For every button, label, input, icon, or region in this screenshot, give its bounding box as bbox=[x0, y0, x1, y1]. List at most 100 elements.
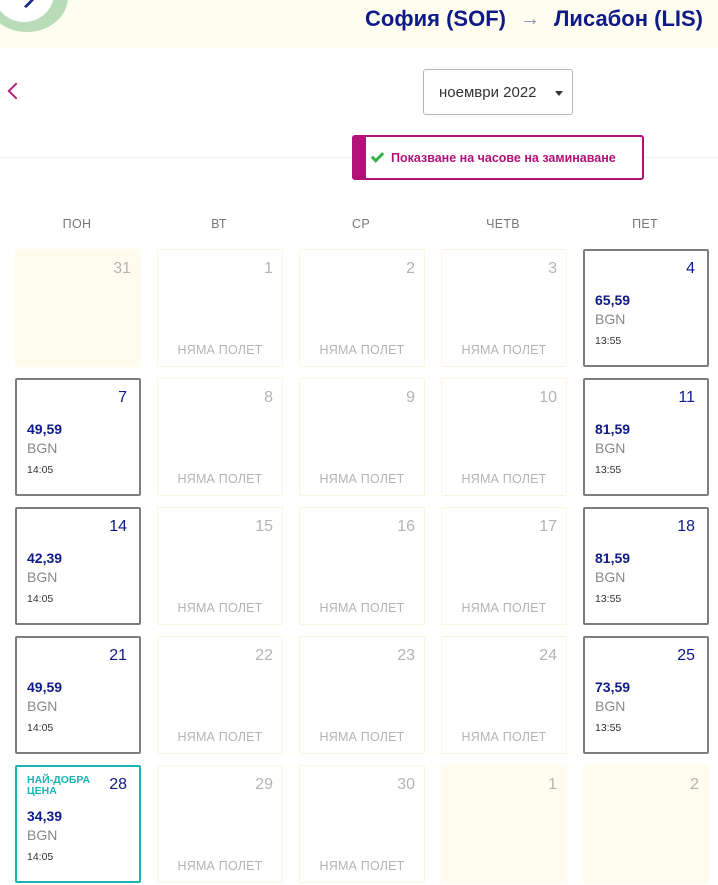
day-number: 1 bbox=[548, 776, 557, 793]
day-number: 2 bbox=[406, 260, 415, 277]
departure-time: 14:05 bbox=[27, 722, 54, 734]
fare-currency: BGN bbox=[595, 569, 626, 585]
fare-currency: BGN bbox=[27, 827, 58, 843]
departure-time: 13:55 bbox=[595, 335, 622, 347]
calendar-day-cell[interactable]: 21 49,59 BGN 14:05 bbox=[15, 636, 141, 754]
no-flight-label: НЯМА ПОЛЕТ bbox=[319, 472, 405, 486]
fare-price: 49,59 bbox=[27, 679, 63, 695]
day-number: 4 bbox=[686, 260, 695, 277]
no-flight-label: НЯМА ПОЛЕТ bbox=[319, 859, 405, 873]
day-number: 25 bbox=[677, 647, 695, 664]
no-flight-label: НЯМА ПОЛЕТ bbox=[319, 730, 405, 744]
top-bar: София (SOF) → Лисабон (LIS) bbox=[0, 0, 718, 48]
fare-price: 42,39 bbox=[27, 550, 63, 566]
fare-currency: BGN bbox=[595, 698, 626, 714]
weekday-fri: ПЕТ bbox=[632, 217, 658, 231]
day-number: 30 bbox=[397, 776, 415, 793]
calendar-day-cell[interactable]: 11 81,59 BGN 13:55 bbox=[583, 378, 709, 496]
fare-price: 49,59 bbox=[27, 421, 63, 437]
destination-airport: Лисабон (LIS) bbox=[553, 6, 703, 31]
day-number: 1 bbox=[264, 260, 273, 277]
departure-time: 14:05 bbox=[27, 464, 54, 476]
calendar-day-cell[interactable]: 18 81,59 BGN 13:55 bbox=[583, 507, 709, 625]
day-number: 2 bbox=[690, 776, 699, 793]
day-number: 31 bbox=[113, 260, 131, 277]
day-number: 18 bbox=[677, 518, 695, 535]
day-number: 24 bbox=[539, 647, 557, 664]
calendar-day-cell: 1 bbox=[441, 765, 567, 883]
route-title: София (SOF) → Лисабон (LIS) bbox=[365, 6, 703, 32]
no-flight-label: НЯМА ПОЛЕТ bbox=[319, 343, 405, 357]
calendar-day-cell: 15 НЯМА ПОЛЕТ bbox=[157, 507, 283, 625]
departure-time: 13:55 bbox=[595, 593, 622, 605]
day-number: 7 bbox=[118, 389, 127, 406]
calendar-day-cell: 22 НЯМА ПОЛЕТ bbox=[157, 636, 283, 754]
calendar-day-cell: 1 НЯМА ПОЛЕТ bbox=[157, 249, 283, 367]
weekday-tue: ВТ bbox=[211, 217, 227, 231]
day-number: 21 bbox=[109, 647, 127, 664]
calendar-day-cell[interactable]: 4 65,59 BGN 13:55 bbox=[583, 249, 709, 367]
check-icon bbox=[370, 149, 385, 163]
departure-time: 14:05 bbox=[27, 593, 54, 605]
calendar-day-cell: 17 НЯМА ПОЛЕТ bbox=[441, 507, 567, 625]
day-number: 10 bbox=[539, 389, 557, 406]
calendar-day-cell: 16 НЯМА ПОЛЕТ bbox=[299, 507, 425, 625]
day-number: 22 bbox=[255, 647, 273, 664]
day-number: 15 bbox=[255, 518, 273, 535]
route-arrow-icon: → bbox=[519, 7, 540, 30]
calendar-day-cell: 8 НЯМА ПОЛЕТ bbox=[157, 378, 283, 496]
calendar-day-cell: 9 НЯМА ПОЛЕТ bbox=[299, 378, 425, 496]
fare-price: 73,59 bbox=[595, 679, 631, 695]
fare-price: 65,59 bbox=[595, 292, 631, 308]
no-flight-label: НЯМА ПОЛЕТ bbox=[461, 730, 547, 744]
toggle-label: Показване на часове на заминаване bbox=[391, 150, 616, 165]
day-number: 8 bbox=[264, 389, 273, 406]
show-departure-times-toggle[interactable]: Показване на часове на заминаване bbox=[352, 135, 644, 180]
day-number: 9 bbox=[406, 389, 415, 406]
calendar-day-cell[interactable]: 7 49,59 BGN 14:05 bbox=[15, 378, 141, 496]
day-number: 17 bbox=[539, 518, 557, 535]
caret-down-icon bbox=[555, 91, 563, 96]
calendar-day-cell[interactable]: 14 42,39 BGN 14:05 bbox=[15, 507, 141, 625]
departure-time: 13:55 bbox=[595, 464, 622, 476]
calendar-day-cell: 10 НЯМА ПОЛЕТ bbox=[441, 378, 567, 496]
month-select[interactable]: ноември 2022 bbox=[423, 69, 573, 115]
day-number: 29 bbox=[255, 776, 273, 793]
calendar-day-cell: 30 НЯМА ПОЛЕТ bbox=[299, 765, 425, 883]
weekday-wed: СР bbox=[352, 217, 370, 231]
no-flight-label: НЯМА ПОЛЕТ bbox=[461, 472, 547, 486]
day-number: 3 bbox=[548, 260, 557, 277]
no-flight-label: НЯМА ПОЛЕТ bbox=[461, 601, 547, 615]
fare-currency: BGN bbox=[27, 569, 58, 585]
previous-month-chevron-icon[interactable] bbox=[7, 82, 25, 100]
fare-currency: BGN bbox=[27, 698, 58, 714]
no-flight-label: НЯМА ПОЛЕТ bbox=[177, 472, 263, 486]
calendar-day-cell[interactable]: 28 НАЙ-ДОБРА ЦЕНА 34,39 BGN 14:05 bbox=[15, 765, 141, 883]
fare-price: 81,59 bbox=[595, 550, 631, 566]
calendar-day-cell: 29 НЯМА ПОЛЕТ bbox=[157, 765, 283, 883]
origin-airport: София (SOF) bbox=[365, 6, 506, 31]
no-flight-label: НЯМА ПОЛЕТ bbox=[177, 859, 263, 873]
calendar-day-cell: 31 bbox=[15, 249, 141, 367]
month-select-value: ноември 2022 bbox=[439, 83, 537, 101]
calendar-day-cell: 3 НЯМА ПОЛЕТ bbox=[441, 249, 567, 367]
weekday-mon: ПОН bbox=[62, 217, 92, 231]
calendar-day-cell: 23 НЯМА ПОЛЕТ bbox=[299, 636, 425, 754]
day-number: 23 bbox=[397, 647, 415, 664]
day-number: 16 bbox=[397, 518, 415, 535]
no-flight-label: НЯМА ПОЛЕТ bbox=[461, 343, 547, 357]
day-number: 11 bbox=[678, 389, 695, 406]
no-flight-label: НЯМА ПОЛЕТ bbox=[177, 730, 263, 744]
fare-currency: BGN bbox=[27, 440, 58, 456]
fare-price: 81,59 bbox=[595, 421, 631, 437]
departure-time: 14:05 bbox=[27, 851, 54, 863]
calendar-day-cell[interactable]: 25 73,59 BGN 13:55 bbox=[583, 636, 709, 754]
day-number: 14 bbox=[109, 518, 127, 535]
departure-time: 13:55 bbox=[595, 722, 622, 734]
fare-price: 34,39 bbox=[27, 808, 63, 824]
no-flight-label: НЯМА ПОЛЕТ bbox=[177, 343, 263, 357]
calendar-day-cell: 24 НЯМА ПОЛЕТ bbox=[441, 636, 567, 754]
weekday-thu: ЧЕТВ bbox=[486, 217, 520, 231]
best-price-badge: НАЙ-ДОБРА ЦЕНА bbox=[27, 774, 91, 797]
day-number: 28 bbox=[109, 776, 127, 793]
